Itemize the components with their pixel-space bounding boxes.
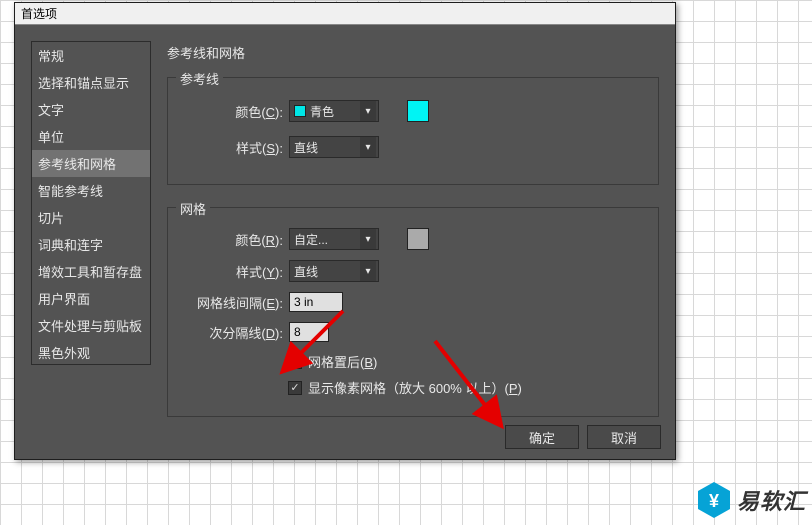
preferences-dialog: 首选项 常规 选择和锚点显示 文字 单位 参考线和网格 智能参考线 切片 词典和… <box>14 2 676 460</box>
gridline-gap-input[interactable] <box>289 292 343 312</box>
subdivision-input[interactable] <box>289 322 329 342</box>
sidebar-item-units[interactable]: 单位 <box>32 123 150 150</box>
grid-style-combo[interactable]: 直线 <box>289 260 379 282</box>
sidebar-item-selection[interactable]: 选择和锚点显示 <box>32 69 150 96</box>
cancel-button[interactable]: 取消 <box>587 425 661 449</box>
ok-button[interactable]: 确定 <box>505 425 579 449</box>
grid-back-label: 网格置后(B) <box>308 352 377 371</box>
dialog-button-bar: 确定 取消 <box>505 425 661 449</box>
cyan-swatch-icon <box>294 105 306 117</box>
grid-groupbox: 网格 颜色(R): 自定... 样式(Y): 直线 <box>167 207 659 417</box>
subdivision-label: 次分隔线(D): <box>187 323 283 342</box>
sidebar-item-plugins[interactable]: 增效工具和暂存盘 <box>32 258 150 285</box>
grid-legend: 网格 <box>176 199 210 218</box>
sidebar-item-type[interactable]: 文字 <box>32 96 150 123</box>
panel-title: 参考线和网格 <box>167 43 245 62</box>
svg-text:¥: ¥ <box>709 491 719 511</box>
guides-color-swatch[interactable] <box>407 100 429 122</box>
sidebar-item-general[interactable]: 常规 <box>32 42 150 69</box>
grid-color-swatch[interactable] <box>407 228 429 250</box>
guides-color-combo[interactable]: 青色 <box>289 100 379 122</box>
guides-legend: 参考线 <box>176 69 223 88</box>
gridline-gap-label: 网格线间隔(E): <box>173 293 283 312</box>
sidebar-item-slices[interactable]: 切片 <box>32 204 150 231</box>
watermark-text: 易软汇 <box>737 484 806 516</box>
hex-icon: ¥ <box>697 481 731 519</box>
grid-color-label: 颜色(R): <box>208 230 283 249</box>
category-sidebar: 常规 选择和锚点显示 文字 单位 参考线和网格 智能参考线 切片 词典和连字 增… <box>31 41 151 365</box>
watermark-logo: ¥ 易软汇 <box>697 481 806 519</box>
pixel-grid-checkbox[interactable] <box>288 381 302 395</box>
guides-groupbox: 参考线 颜色(C): 青色 样式(S): 直线 <box>167 77 659 185</box>
sidebar-item-guides-grid[interactable]: 参考线和网格 <box>32 150 150 177</box>
pixel-grid-label: 显示像素网格（放大 600% 以上）(P) <box>308 378 522 397</box>
guides-color-label: 颜色(C): <box>208 102 283 121</box>
sidebar-item-black[interactable]: 黑色外观 <box>32 339 150 365</box>
sidebar-item-hyphenation[interactable]: 词典和连字 <box>32 231 150 258</box>
guides-style-combo[interactable]: 直线 <box>289 136 379 158</box>
sidebar-item-smartguides[interactable]: 智能参考线 <box>32 177 150 204</box>
sidebar-item-ui[interactable]: 用户界面 <box>32 285 150 312</box>
dialog-title: 首选项 <box>15 3 675 25</box>
grid-color-combo[interactable]: 自定... <box>289 228 379 250</box>
guides-style-label: 样式(S): <box>208 138 283 157</box>
sidebar-item-filehandling[interactable]: 文件处理与剪贴板 <box>32 312 150 339</box>
grid-style-label: 样式(Y): <box>208 262 283 281</box>
grid-back-checkbox[interactable] <box>288 355 302 369</box>
